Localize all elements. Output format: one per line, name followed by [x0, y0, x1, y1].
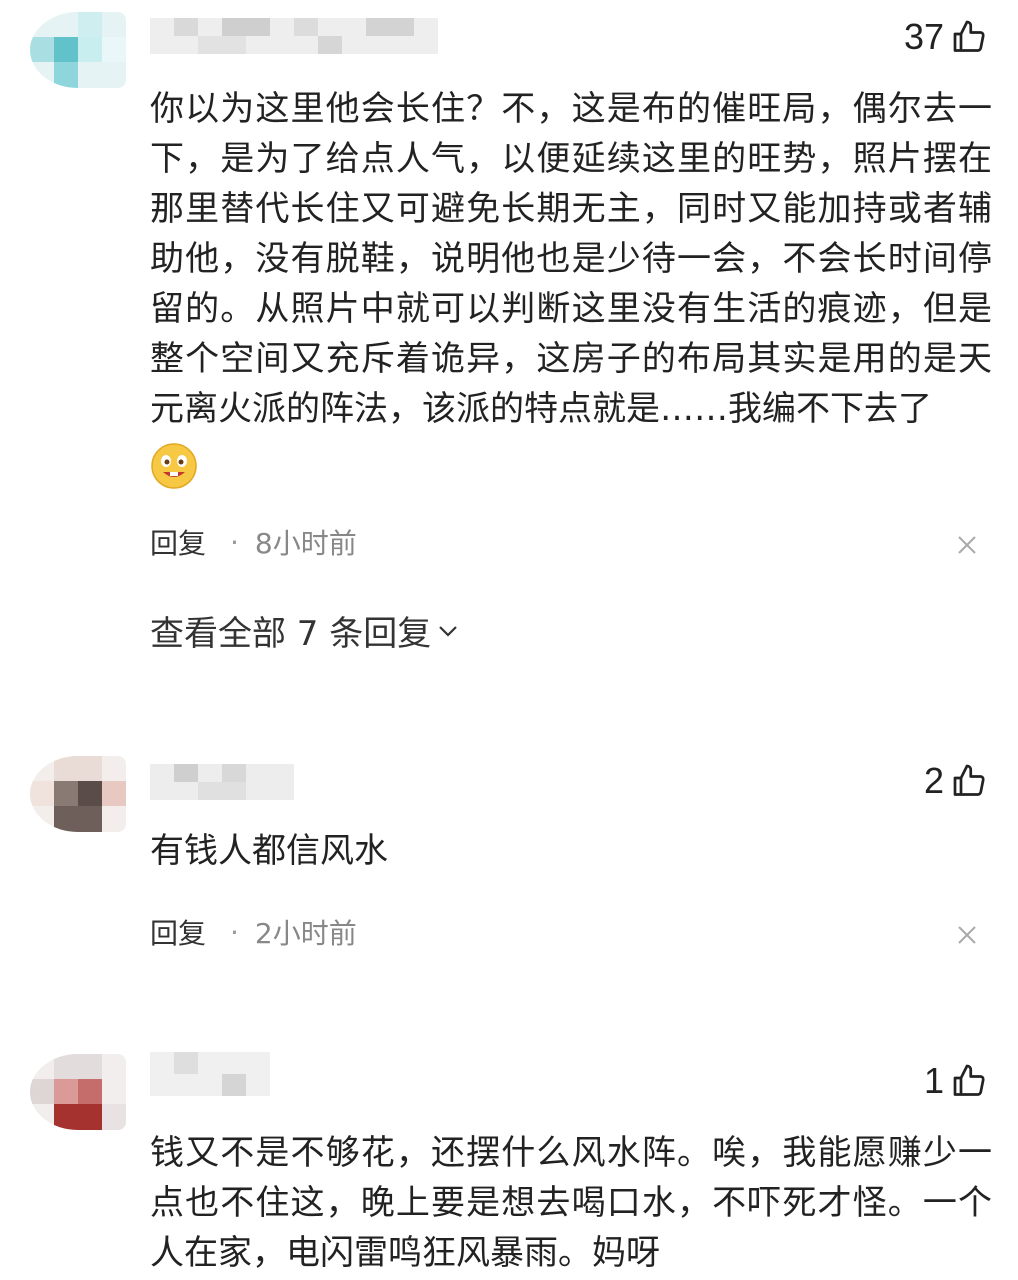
reply-button[interactable]: 回复: [150, 912, 206, 952]
comment-actions: 回复 · 2小时前: [150, 912, 357, 952]
close-icon[interactable]: [956, 924, 978, 946]
like-button[interactable]: 37: [904, 16, 988, 58]
comment-item: 37 你以为这里他会长住？不，这是布的催旺局，偶尔去一下，是为了给点人气，以便延…: [0, 0, 1018, 680]
timestamp: 2小时前: [254, 917, 357, 950]
view-all-replies-link[interactable]: 查看全部 7 条回复: [150, 606, 461, 655]
comment-list: 37 你以为这里他会长住？不，这是布的催旺局，偶尔去一下，是为了给点人气，以便延…: [0, 0, 1018, 1280]
thumbs-up-icon: [953, 1064, 985, 1096]
username-blurred[interactable]: [150, 18, 438, 54]
avatar[interactable]: [30, 1054, 126, 1130]
grinning-face-emoji: [151, 443, 197, 489]
comment-text: 有钱人都信风水: [150, 831, 388, 871]
chevron-down-icon: [439, 625, 458, 637]
like-button[interactable]: 1: [924, 1060, 988, 1102]
comment-text: 钱又不是不够花，还摆什么风水阵。唉，我能愿赚少一点也不住这，晚上要是想去喝口水，…: [150, 1133, 992, 1273]
like-button[interactable]: 2: [924, 760, 988, 802]
comment-item: 1 钱又不是不够花，还摆什么风水阵。唉，我能愿赚少一点也不住这，晚上要是想去喝口…: [0, 1040, 1018, 1280]
thumbs-up-icon: [953, 20, 985, 52]
thumbs-up-icon: [953, 764, 985, 796]
timestamp: 8小时前: [254, 527, 357, 560]
comment-text: 你以为这里他会长住？不，这是布的催旺局，偶尔去一下，是为了给点人气，以便延续这里…: [150, 84, 992, 490]
avatar[interactable]: [30, 756, 126, 832]
like-count: 37: [903, 16, 944, 57]
separator-dot: ·: [230, 915, 239, 949]
like-count: 1: [923, 1060, 944, 1101]
separator-dot: ·: [230, 525, 239, 559]
username-blurred[interactable]: [150, 764, 294, 800]
close-icon[interactable]: [956, 534, 978, 556]
like-count: 2: [923, 760, 944, 801]
username-blurred[interactable]: [150, 1052, 270, 1096]
avatar[interactable]: [30, 12, 126, 88]
comment-actions: 回复 · 8小时前: [150, 522, 357, 562]
comment-item: 2 有钱人都信风水 回复 · 2小时前: [0, 740, 1018, 1030]
reply-button[interactable]: 回复: [150, 522, 206, 562]
